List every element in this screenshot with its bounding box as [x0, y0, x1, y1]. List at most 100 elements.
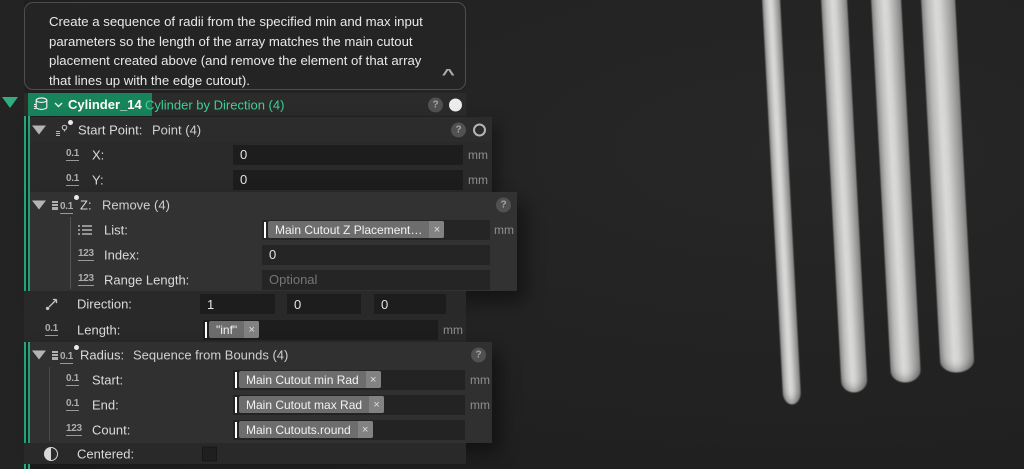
- radius-start-unit: mm: [470, 372, 490, 387]
- y-unit: mm: [468, 172, 488, 187]
- list-row: List: Main Cutout Z Placement… × mm: [30, 217, 517, 242]
- decimal-type-icon: 0.1: [66, 397, 80, 411]
- list-icon: [78, 224, 92, 235]
- text-caret: [235, 396, 237, 413]
- radius-count-field[interactable]: Main Cutouts.round ×: [233, 419, 465, 440]
- range-length-row: 123 Range Length:: [30, 267, 517, 292]
- node-name[interactable]: Cylinder_14: [68, 97, 142, 112]
- x-unit: mm: [468, 147, 488, 162]
- integer-type-icon: 123: [66, 422, 82, 436]
- comment-box[interactable]: Create a sequence of radii from the spec…: [24, 2, 466, 90]
- radius-end-row: 0.1 End: Main Cutout max Rad × mm: [30, 392, 492, 417]
- start-point-header[interactable]: Start Point: Point (4) ?: [30, 117, 492, 142]
- remove-chip-icon[interactable]: ×: [429, 221, 445, 238]
- length-unit: mm: [443, 322, 463, 337]
- decimal-type-icon: 0.1: [66, 372, 80, 386]
- index-input[interactable]: [262, 244, 490, 265]
- output-ring-icon[interactable]: [473, 123, 486, 136]
- collapse-start-point-icon[interactable]: [32, 125, 46, 134]
- radius-end-chip[interactable]: Main Cutout max Rad ×: [239, 396, 385, 413]
- y-label: Y:: [92, 172, 104, 187]
- text-caret: [205, 321, 207, 338]
- direction-row: Direction:: [24, 291, 466, 317]
- radius-panel: 0.1 Radius: Sequence from Bounds (4) ? 0…: [30, 342, 492, 443]
- app-window: Create a sequence of radii from the spec…: [0, 0, 1024, 469]
- y-input[interactable]: [233, 169, 463, 190]
- direction-y-input[interactable]: [287, 294, 361, 314]
- z-value[interactable]: Remove (4): [102, 197, 170, 212]
- radius-count-label: Count:: [92, 422, 131, 437]
- radius-header[interactable]: 0.1 Radius: Sequence from Bounds (4) ?: [30, 342, 492, 367]
- remove-chip-icon[interactable]: ×: [365, 371, 381, 388]
- help-icon[interactable]: ?: [496, 197, 511, 212]
- direction-x-input[interactable]: [200, 294, 275, 314]
- centered-checkbox[interactable]: [202, 446, 217, 461]
- radius-count-row: 123 Count: Main Cutouts.round ×: [30, 417, 492, 442]
- z-label: Z:: [80, 197, 92, 212]
- help-icon[interactable]: ?: [451, 122, 466, 137]
- cylinder-2[interactable]: [818, 0, 868, 394]
- range-length-input[interactable]: [262, 269, 490, 290]
- left-gutter: [0, 0, 24, 469]
- comment-text: Create a sequence of radii from the spec…: [49, 14, 423, 88]
- output-visibility-toggle[interactable]: [449, 98, 462, 111]
- decimal-list-type-icon: 0.1: [52, 196, 73, 214]
- list-unit: mm: [494, 222, 514, 237]
- integer-type-icon: 123: [78, 272, 94, 286]
- direction-z-input[interactable]: [374, 294, 446, 314]
- index-row: 123 Index:: [30, 242, 517, 267]
- decimal-type-icon: 0.1: [45, 322, 59, 336]
- node-type-label[interactable]: Cylinder by Direction (4): [145, 97, 284, 112]
- radius-start-row: 0.1 Start: Main Cutout min Rad × mm: [30, 367, 492, 392]
- start-point-panel: Start Point: Point (4) ? 0.1 X: mm 0.1 Y…: [30, 117, 492, 192]
- length-row: 0.1 Length: "inf" × mm: [24, 317, 466, 342]
- help-icon[interactable]: ?: [471, 347, 486, 362]
- remove-chip-icon[interactable]: ×: [369, 396, 385, 413]
- radius-start-field[interactable]: Main Cutout min Rad ×: [233, 369, 465, 390]
- radius-value[interactable]: Sequence from Bounds (4): [133, 347, 288, 362]
- start-point-label: Start Point:: [78, 122, 143, 137]
- list-chip[interactable]: Main Cutout Z Placement… ×: [268, 221, 445, 238]
- centered-label: Centered:: [77, 446, 135, 461]
- y-row: 0.1 Y: mm: [30, 167, 492, 192]
- index-label: Index:: [104, 247, 140, 262]
- node-selection[interactable]: Cylinder_14: [28, 93, 152, 116]
- x-input[interactable]: [233, 144, 463, 165]
- radius-count-chip[interactable]: Main Cutouts.round ×: [239, 421, 373, 438]
- radius-end-field[interactable]: Main Cutout max Rad ×: [233, 394, 465, 415]
- remove-chip-icon[interactable]: ×: [244, 321, 260, 338]
- node-header-row[interactable]: Cylinder_14 Cylinder by Direction (4) ?: [24, 93, 466, 116]
- list-field[interactable]: Main Cutout Z Placement… ×: [262, 219, 490, 240]
- text-caret: [235, 371, 237, 388]
- collapse-z-icon[interactable]: [32, 200, 46, 209]
- text-caret: [235, 421, 237, 438]
- chevron-down-icon[interactable]: [54, 102, 63, 108]
- range-length-label: Range Length:: [104, 272, 190, 287]
- help-icon[interactable]: ?: [428, 97, 443, 112]
- decimal-type-icon: 0.1: [66, 147, 80, 161]
- z-remove-panel: 0.1 Z: Remove (4) ? List: Main Cutout Z …: [30, 192, 517, 291]
- decimal-list-type-icon: 0.1: [52, 346, 73, 364]
- x-label: X:: [92, 147, 105, 162]
- node-expand-icon[interactable]: [2, 97, 18, 108]
- length-chip[interactable]: "inf" ×: [209, 321, 260, 338]
- z-header[interactable]: 0.1 Z: Remove (4) ?: [30, 192, 517, 217]
- collapse-comment-icon[interactable]: ^: [442, 67, 455, 82]
- boolean-type-icon: [44, 446, 58, 461]
- remove-chip-icon[interactable]: ×: [357, 421, 373, 438]
- length-field[interactable]: "inf" ×: [203, 319, 438, 340]
- centered-row: Centered:: [24, 443, 466, 464]
- radius-start-chip[interactable]: Main Cutout min Rad ×: [239, 371, 381, 388]
- integer-type-icon: 123: [78, 247, 94, 261]
- direction-label: Direction:: [77, 296, 132, 312]
- cylinder-1[interactable]: [759, 0, 802, 405]
- cylinder-4[interactable]: [918, 0, 975, 374]
- cylinder-3[interactable]: [868, 0, 922, 384]
- start-point-value[interactable]: Point (4): [152, 122, 201, 137]
- list-label: List:: [104, 222, 128, 237]
- radius-end-label: End:: [92, 397, 119, 412]
- radius-start-label: Start:: [92, 372, 124, 387]
- text-caret: [264, 221, 266, 238]
- x-row: 0.1 X: mm: [30, 142, 492, 167]
- collapse-radius-icon[interactable]: [32, 350, 46, 359]
